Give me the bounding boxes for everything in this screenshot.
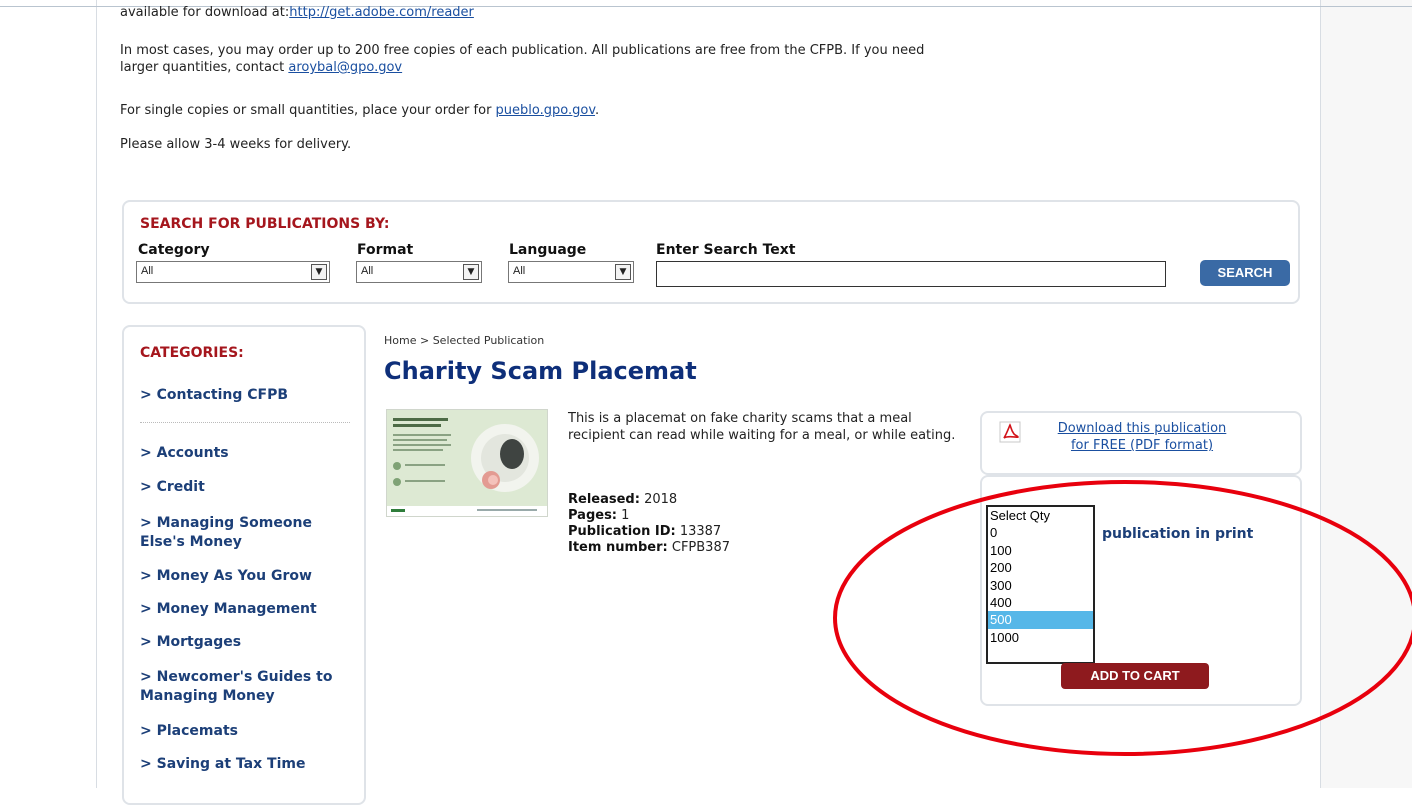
item-number-row: Item number: CFPB387 bbox=[568, 540, 730, 556]
category-link-money-as-you-grow[interactable]: > Money As You Grow bbox=[140, 567, 350, 586]
publication-description: This is a placemat on fake charity scams… bbox=[568, 411, 956, 443]
pages-label: Pages: bbox=[568, 508, 618, 523]
pages-value: 1 bbox=[617, 508, 630, 523]
download-link-line-2: for FREE (PDF format) bbox=[1070, 438, 1214, 453]
contact-email-link[interactable]: aroybal@gpo.gov bbox=[288, 60, 402, 75]
single-copies-line: For single copies or small quantities, p… bbox=[120, 102, 599, 119]
publication-id-label: Publication ID: bbox=[568, 524, 676, 539]
search-input[interactable] bbox=[656, 261, 1166, 287]
adobe-reader-link[interactable]: http://get.adobe.com/reader bbox=[289, 5, 474, 20]
single-copies-suffix: . bbox=[595, 103, 600, 118]
language-select-value: All bbox=[513, 265, 526, 277]
chevron-down-icon[interactable]: ▼ bbox=[311, 264, 327, 280]
qty-option[interactable]: Select Qty bbox=[988, 507, 1093, 524]
chevron-down-icon[interactable]: ▼ bbox=[463, 264, 479, 280]
category-link-newcomers-guides[interactable]: > Newcomer's Guides to Managing Money bbox=[140, 668, 350, 706]
publication-id-row: Publication ID: 13387 bbox=[568, 524, 721, 540]
pages-row: Pages: 1 bbox=[568, 508, 629, 524]
qty-option[interactable]: 200 bbox=[988, 559, 1093, 576]
print-order-label: publication in print bbox=[1102, 526, 1254, 542]
delivery-note: Please allow 3-4 weeks for delivery. bbox=[120, 137, 352, 152]
released-value: 2018 bbox=[639, 492, 678, 507]
pueblo-link[interactable]: pueblo.gpo.gov bbox=[496, 103, 595, 118]
chevron-down-icon[interactable]: ▼ bbox=[615, 264, 631, 280]
qty-option[interactable]: 0 bbox=[988, 524, 1093, 541]
category-label: Category bbox=[138, 242, 210, 258]
language-select[interactable]: All ▼ bbox=[508, 261, 634, 283]
download-pdf-link[interactable]: Download this publication for FREE (PDF … bbox=[1034, 420, 1250, 454]
download-box: Download this publication for FREE (PDF … bbox=[980, 411, 1302, 475]
download-link-line-1: Download this publication bbox=[1057, 421, 1227, 436]
page-left-background bbox=[0, 0, 96, 788]
page-right-background bbox=[1321, 0, 1412, 788]
category-divider bbox=[140, 422, 350, 423]
publication-id-value: 13387 bbox=[675, 524, 722, 539]
qty-option[interactable]: 1000 bbox=[988, 629, 1093, 646]
category-select[interactable]: All ▼ bbox=[136, 261, 330, 283]
category-link-mortgages[interactable]: > Mortgages bbox=[140, 633, 350, 652]
format-label: Format bbox=[357, 242, 414, 258]
format-select-value: All bbox=[361, 265, 374, 277]
page-title: Charity Scam Placemat bbox=[384, 357, 697, 385]
search-heading: SEARCH FOR PUBLICATIONS BY: bbox=[140, 216, 390, 232]
category-link-money-management[interactable]: > Money Management bbox=[140, 600, 350, 619]
category-link-saving-at-tax-time[interactable]: > Saving at Tax Time bbox=[140, 755, 350, 774]
format-select[interactable]: All ▼ bbox=[356, 261, 482, 283]
language-label: Language bbox=[509, 242, 587, 258]
search-text-label: Enter Search Text bbox=[656, 242, 796, 258]
released-row: Released: 2018 bbox=[568, 492, 677, 508]
order-limit-line-1: In most cases, you may order up to 200 f… bbox=[120, 43, 925, 58]
pdf-icon[interactable] bbox=[999, 421, 1021, 443]
add-to-cart-button[interactable]: ADD TO CART bbox=[1061, 663, 1209, 689]
reader-line: available for download at:http://get.ado… bbox=[120, 4, 474, 21]
search-button[interactable]: SEARCH bbox=[1200, 260, 1290, 286]
released-label: Released: bbox=[568, 492, 640, 507]
single-copies-prefix: For single copies or small quantities, p… bbox=[120, 103, 496, 118]
categories-panel: CATEGORIES: > Contacting CFPB > Accounts… bbox=[122, 325, 366, 805]
breadcrumb: Home > Selected Publication bbox=[384, 334, 545, 347]
order-limit-line-2: larger quantities, contact aroybal@gpo.g… bbox=[120, 59, 402, 76]
category-link-contacting-cfpb[interactable]: > Contacting CFPB bbox=[140, 386, 350, 405]
reader-prefix: available for download at: bbox=[120, 5, 290, 20]
publication-thumbnail[interactable] bbox=[386, 409, 548, 517]
category-link-accounts[interactable]: > Accounts bbox=[140, 444, 350, 463]
category-link-placemats[interactable]: > Placemats bbox=[140, 722, 350, 741]
qty-option[interactable]: 100 bbox=[988, 542, 1093, 559]
placemat-image bbox=[387, 410, 547, 516]
qty-option[interactable]: 400 bbox=[988, 594, 1093, 611]
categories-heading: CATEGORIES: bbox=[140, 345, 244, 361]
qty-option-selected[interactable]: 500 bbox=[988, 611, 1093, 629]
category-link-managing-someone-elses-money[interactable]: > Managing Someone Else's Money bbox=[140, 514, 350, 552]
item-number-label: Item number: bbox=[568, 540, 668, 555]
category-link-credit[interactable]: > Credit bbox=[140, 478, 350, 497]
item-number-value: CFPB387 bbox=[667, 540, 730, 555]
category-select-value: All bbox=[141, 265, 154, 277]
search-panel: SEARCH FOR PUBLICATIONS BY: Category All… bbox=[122, 200, 1300, 304]
order-contact-prefix: larger quantities, contact bbox=[120, 60, 289, 75]
qty-option[interactable]: 300 bbox=[988, 577, 1093, 594]
quantity-dropdown-list[interactable]: Select Qty 0 100 200 300 400 500 1000 bbox=[986, 505, 1095, 664]
